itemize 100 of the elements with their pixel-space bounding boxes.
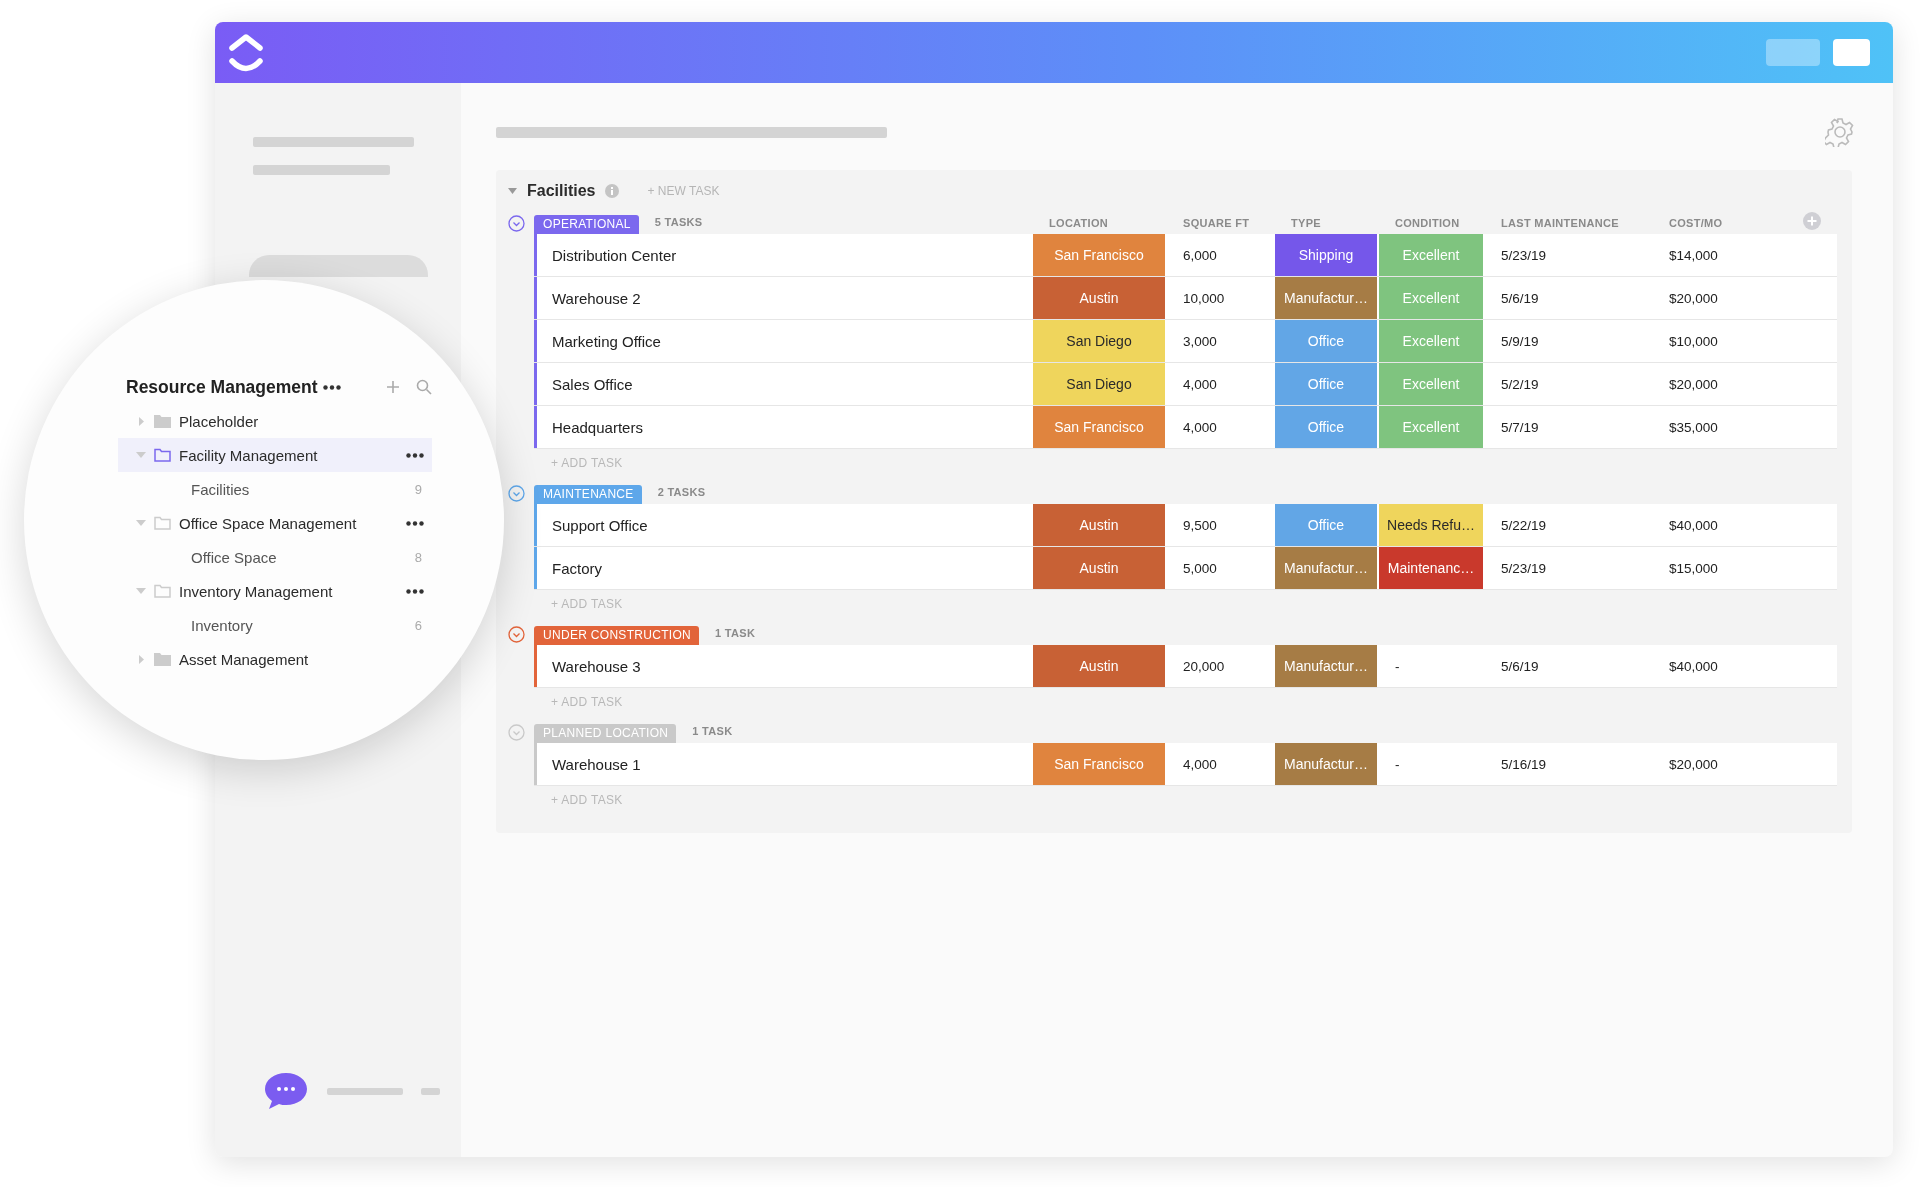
list-item[interactable]: Inventory 6 — [118, 608, 432, 642]
status-label[interactable]: MAINTENANCE — [534, 485, 642, 504]
type-cell[interactable]: Manufactur… — [1275, 645, 1377, 687]
caret-down-icon[interactable] — [136, 452, 146, 458]
folder-item[interactable]: Office Space Management — [118, 506, 432, 540]
type-cell[interactable]: Shipping — [1275, 234, 1377, 276]
task-row[interactable]: Warehouse 1 San Francisco 4,000 Manufactur… - 5/16/19 $20,000 — [534, 743, 1837, 785]
column-header[interactable]: LAST MAINTENANCE — [1485, 217, 1653, 234]
header-button[interactable] — [1766, 39, 1820, 66]
table-cell-text: 5/2/19 — [1500, 376, 1540, 392]
type-cell[interactable]: Office — [1275, 406, 1377, 448]
list-item[interactable]: Facilities 9 — [118, 472, 432, 506]
task-name: Warehouse 1 — [551, 755, 642, 773]
type-cell[interactable]: Office — [1275, 363, 1377, 405]
task-count: 1 TASK — [715, 627, 756, 641]
placeholder-bar — [421, 1087, 440, 1095]
column-header[interactable]: COST/MO — [1653, 217, 1837, 234]
caret-right-icon[interactable] — [136, 416, 146, 426]
folder-item[interactable]: Placeholder — [118, 404, 432, 438]
location-cell[interactable]: San Francisco — [1033, 234, 1165, 276]
condition-cell[interactable]: Maintenanc… — [1379, 547, 1483, 589]
more-icon[interactable] — [406, 452, 424, 458]
table-cell-text: $14,000 — [1668, 247, 1719, 263]
task-row[interactable]: Warehouse 2 Austin 10,000 Manufactur… Excellent 5/6/19 $20,000 — [534, 277, 1837, 319]
collapse-icon[interactable] — [508, 485, 525, 502]
type-cell[interactable]: Office — [1275, 504, 1377, 546]
condition-cell[interactable]: Excellent — [1379, 363, 1483, 405]
task-row[interactable]: Distribution Center San Francisco 6,000 Shipping Excellent 5/23/19 $14,000 — [534, 234, 1837, 276]
location-cell[interactable]: Austin — [1033, 645, 1165, 687]
status-label[interactable]: UNDER CONSTRUCTION — [534, 626, 700, 645]
column-header[interactable]: LOCATION — [1033, 217, 1167, 234]
type-cell[interactable]: Manufactur… — [1275, 547, 1377, 589]
header-button[interactable] — [1833, 39, 1870, 66]
info-icon[interactable] — [605, 184, 620, 198]
folder-label: Placeholder — [179, 412, 259, 430]
condition-cell[interactable]: Excellent — [1379, 277, 1483, 319]
table-cell-text: $35,000 — [1668, 419, 1719, 435]
search-field[interactable] — [249, 255, 428, 277]
table-cell-text: 5/7/19 — [1500, 419, 1540, 435]
task-row[interactable]: Support Office Austin 9,500 Office Needs Refu… 5/22/19 $40,000 — [534, 504, 1837, 546]
caret-right-icon[interactable] — [136, 654, 146, 664]
status-label[interactable]: OPERATIONAL — [534, 215, 639, 234]
condition-cell[interactable]: Needs Refu… — [1379, 504, 1483, 546]
task-row[interactable]: Marketing Office San Diego 3,000 Office Excellent 5/9/19 $10,000 — [534, 320, 1837, 362]
folder-label: Office Space Management — [179, 514, 357, 532]
add-column-icon[interactable] — [1803, 212, 1821, 230]
condition-cell[interactable]: Excellent — [1379, 406, 1483, 448]
list-title: Facilities — [527, 182, 596, 200]
list-item[interactable]: Office Space 8 — [118, 540, 432, 574]
location-cell[interactable]: San Francisco — [1033, 406, 1165, 448]
list-label: Facilities — [191, 480, 250, 498]
condition-cell[interactable]: Excellent — [1379, 320, 1483, 362]
table-cell-text: 5/23/19 — [1500, 560, 1548, 576]
table-cell-text: 3,000 — [1182, 333, 1218, 349]
table-cell-text: 5/22/19 — [1500, 517, 1548, 533]
task-row[interactable]: Headquarters San Francisco 4,000 Office Excellent 5/7/19 $35,000 — [534, 406, 1837, 448]
column-header[interactable]: SQUARE FT — [1167, 217, 1275, 234]
condition-cell[interactable]: Excellent — [1379, 234, 1483, 276]
caret-down-icon[interactable] — [136, 520, 146, 526]
table-cell-text: 5,000 — [1182, 560, 1218, 576]
collapse-icon[interactable] — [508, 626, 525, 643]
space-title: Resource Management — [126, 376, 318, 398]
table-cell-text: 5/16/19 — [1500, 756, 1548, 772]
table-cell-text: 20,000 — [1182, 658, 1226, 674]
type-cell[interactable]: Manufactur… — [1275, 743, 1377, 785]
location-cell[interactable]: San Diego — [1033, 363, 1165, 405]
item-count: 9 — [414, 481, 423, 497]
table-cell-text: $10,000 — [1668, 333, 1719, 349]
type-cell[interactable]: Manufactur… — [1275, 277, 1377, 319]
column-header[interactable]: CONDITION — [1379, 217, 1485, 234]
folder-icon — [154, 414, 171, 428]
chat-icon[interactable] — [263, 1071, 309, 1111]
task-name: Headquarters — [551, 418, 644, 436]
location-cell[interactable]: Austin — [1033, 277, 1165, 319]
location-cell[interactable]: San Francisco — [1033, 743, 1165, 785]
more-icon[interactable] — [406, 588, 424, 594]
search-icon[interactable] — [416, 379, 432, 395]
task-row[interactable]: Warehouse 3 Austin 20,000 Manufactur… - 5/6/19 $40,000 — [534, 645, 1837, 687]
task-name: Warehouse 3 — [551, 657, 642, 675]
collapse-icon[interactable] — [508, 215, 525, 232]
task-row[interactable]: Sales Office San Diego 4,000 Office Excellent 5/2/19 $20,000 — [534, 363, 1837, 405]
location-cell[interactable]: Austin — [1033, 504, 1165, 546]
folder-item[interactable]: Inventory Management — [118, 574, 432, 608]
more-icon[interactable] — [406, 520, 424, 526]
type-cell[interactable]: Office — [1275, 320, 1377, 362]
table-cell-text: $40,000 — [1668, 658, 1719, 674]
plus-icon[interactable] — [386, 380, 400, 394]
table-cell-text: $20,000 — [1668, 376, 1719, 392]
folder-item[interactable]: Facility Management — [118, 438, 432, 472]
table-cell-text: 9,500 — [1182, 517, 1218, 533]
folder-item[interactable]: Asset Management — [118, 642, 432, 676]
caret-down-icon[interactable] — [508, 188, 517, 194]
column-header[interactable]: TYPE — [1275, 217, 1379, 234]
more-icon[interactable] — [322, 384, 341, 390]
task-row[interactable]: Factory Austin 5,000 Manufactur… Maintenanc… 5/23/19 $15,000 — [534, 547, 1837, 589]
task-count: 1 TASK — [692, 725, 733, 739]
location-cell[interactable]: San Diego — [1033, 320, 1165, 362]
location-cell[interactable]: Austin — [1033, 547, 1165, 589]
caret-down-icon[interactable] — [136, 588, 146, 594]
settings-icon[interactable] — [1825, 117, 1855, 147]
